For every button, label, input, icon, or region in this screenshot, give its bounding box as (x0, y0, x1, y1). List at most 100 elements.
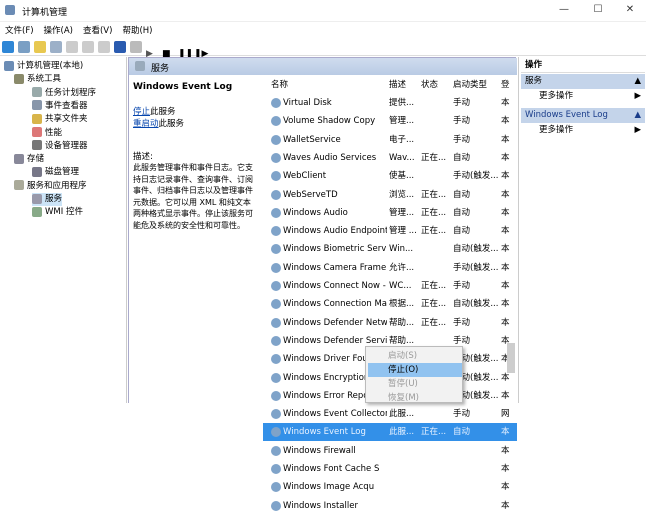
minimize-button[interactable]: — (554, 4, 574, 18)
service-logon: 本 (501, 427, 510, 438)
gear-icon (271, 152, 281, 163)
show-tree-icon[interactable] (50, 41, 62, 53)
scrollbar-thumb[interactable] (507, 343, 515, 373)
menu-file[interactable]: 文件(F) (0, 22, 39, 38)
tree-item-label: 性能 (45, 127, 63, 138)
menu-action[interactable]: 操作(A) (39, 22, 78, 38)
maximize-button[interactable]: ☐ (588, 4, 608, 18)
service-logon: 本 (501, 116, 510, 127)
service-row[interactable]: Windows Font Cache S 本 (263, 460, 517, 478)
service-row[interactable]: Windows Event Log 此服... 正在... 自动 本 (263, 423, 517, 442)
service-logon: 本 (501, 299, 510, 310)
service-desc: 管理... (389, 207, 415, 218)
service-logon: 本 (501, 189, 510, 200)
service-desc: 管理... (389, 116, 415, 127)
actions-section-services[interactable]: 服务 ▲ (521, 74, 645, 89)
tree-node-icon (32, 113, 42, 124)
tree-item[interactable]: WMI 控件 (32, 206, 83, 219)
service-row[interactable]: Windows Installer 本 (263, 497, 517, 515)
tree-item[interactable]: 存储 (14, 153, 44, 166)
navigation-tree: 计算机管理(本地) 系统工具 任务计划程序 事件查看器 共享文件夹 性能设备管理器 存储 磁盘… (0, 57, 127, 403)
tree-item[interactable]: 性能 (32, 127, 62, 140)
more-actions-label: 更多操作 (539, 91, 574, 101)
service-startup: 自动 (453, 226, 471, 237)
actions-section-event-log[interactable]: Windows Event Log ▲ (521, 108, 645, 123)
service-row[interactable]: WebClient 使基... 手动(触发... 本 (263, 167, 517, 185)
tree-node-icon (32, 206, 42, 217)
service-name: Windows Installer (283, 500, 358, 511)
tree-item[interactable]: 设备管理器 (32, 140, 88, 153)
service-name: WebClient (283, 171, 327, 182)
service-logon: 本 (501, 207, 510, 218)
column-name[interactable]: 名称 (271, 77, 288, 93)
forward-icon[interactable] (18, 41, 30, 53)
service-logon: 本 (501, 445, 510, 456)
service-row[interactable]: Windows Connect Now - ... WC... 正在... 手动 本 (263, 277, 517, 295)
service-title: Windows Event Log (133, 82, 233, 92)
tree-item-label: 计算机管理(本地) (17, 61, 84, 71)
stop-service-link[interactable]: 停止 (133, 107, 150, 117)
service-row[interactable]: Windows Audio 管理... 正在... 自动 本 (263, 204, 517, 222)
service-desc: 管理 ... (389, 226, 417, 237)
more-actions-1[interactable]: 更多操作 ▶ (521, 89, 645, 104)
menu-view[interactable]: 查看(V) (78, 22, 117, 38)
service-startup: 手动 (453, 409, 471, 420)
more-actions-2[interactable]: 更多操作 ▶ (521, 123, 645, 138)
tree-item[interactable]: 计算机管理(本地) (4, 60, 83, 73)
service-logon: 本 (501, 262, 510, 273)
service-row[interactable]: WalletService 电子... 手动 本 (263, 131, 517, 149)
tree-item[interactable]: 服务 (32, 193, 63, 206)
tree-item[interactable]: 事件查看器 (32, 100, 88, 113)
context-menu-item[interactable]: 启动(S) (368, 349, 462, 363)
export-icon[interactable] (98, 41, 110, 53)
tree-item[interactable]: 任务计划程序 (32, 87, 96, 100)
pane-header: 服务 (129, 58, 517, 75)
service-name: Windows Connect Now - ... (283, 281, 387, 291)
service-logon: 本 (501, 244, 510, 255)
tree-item[interactable]: 磁盘管理 (32, 166, 79, 179)
service-row[interactable]: Waves Audio Services Wav... 正在... 自动 本 (263, 149, 517, 167)
tree-item-label: 磁盘管理 (45, 167, 80, 178)
refresh-icon[interactable] (82, 41, 94, 53)
service-name: WebServeTD (283, 189, 338, 200)
context-menu-item[interactable]: 停止(O) (368, 363, 462, 377)
service-row[interactable]: Windows Connection Ma... 根据... 正在... 自动(触发.… (263, 295, 517, 313)
help-icon[interactable] (114, 41, 126, 53)
tree-item-label: 服务和应用程序 (27, 180, 87, 191)
service-row[interactable]: Windows Defender Netw... 帮助... 正在... 手动 本 (263, 314, 517, 332)
service-logon: 本 (501, 500, 510, 511)
service-row[interactable]: Windows Camera Frame ... 允许... 手动(触发... 本 (263, 259, 517, 277)
service-row[interactable]: Windows Event Collector 此服... 手动 网 (263, 405, 517, 423)
properties-icon[interactable] (66, 41, 78, 53)
collapse-icon[interactable]: ▲ (634, 74, 641, 89)
service-startup: 自动 (453, 152, 471, 163)
menu-bar: 文件(F) 操作(A) 查看(V) 帮助(H) (0, 22, 646, 38)
column-logon[interactable]: 登 (501, 77, 510, 93)
gear-icon (271, 299, 281, 310)
context-menu-item[interactable]: 暂停(U) (368, 377, 462, 391)
service-row[interactable]: WebServeTD 浏览... 正在... 自动 本 (263, 186, 517, 204)
service-row[interactable]: Windows Biometric Servi... Win... 自动(触发...… (263, 240, 517, 258)
menu-help[interactable]: 帮助(H) (117, 22, 157, 38)
service-row[interactable]: Windows Firewall 本 (263, 442, 517, 460)
gear-icon (271, 207, 281, 218)
service-startup: 手动 (453, 317, 471, 328)
back-icon[interactable] (2, 41, 14, 53)
service-row[interactable]: Volume Shadow Copy 管理... 手动 本 (263, 112, 517, 130)
service-row[interactable]: Windows Image Acqu 本 (263, 478, 517, 496)
view-icon[interactable] (130, 41, 142, 53)
service-row[interactable]: Virtual Disk 提供... 手动 本 (263, 94, 517, 112)
collapse-icon[interactable]: ▲ (634, 108, 641, 123)
close-button[interactable]: ✕ (620, 4, 640, 18)
restart-service-link[interactable]: 重启动 (133, 119, 159, 129)
column-status[interactable]: 状态 (421, 77, 438, 93)
column-startup-type[interactable]: 启动类型 (453, 77, 487, 93)
tree-item[interactable]: 服务和应用程序 (14, 180, 87, 193)
service-row[interactable]: Windows Audio Endpoint... 管理 ... 正在... 自动 本 (263, 222, 517, 240)
gear-icon (271, 134, 281, 145)
gear-icon (271, 335, 281, 346)
tree-item[interactable]: 系统工具 (14, 73, 61, 86)
up-folder-icon[interactable] (34, 41, 46, 53)
tree-item[interactable]: 共享文件夹 (32, 113, 88, 126)
column-description[interactable]: 描述 (389, 77, 406, 93)
